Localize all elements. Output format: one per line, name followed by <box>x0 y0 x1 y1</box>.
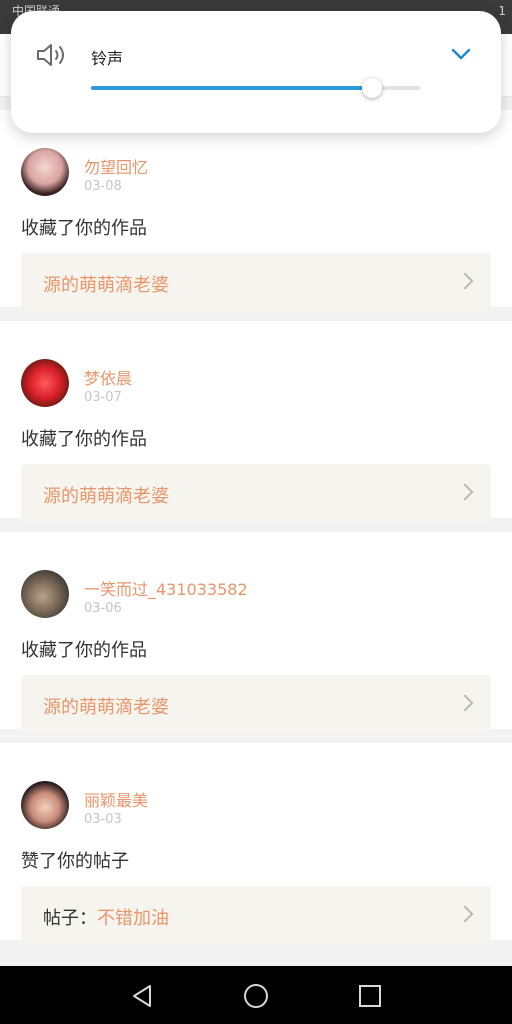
link-title: 源的萌萌滴老婆 <box>43 486 169 507</box>
chevron-down-icon[interactable] <box>451 47 471 61</box>
chevron-right-icon <box>456 272 474 290</box>
user-name[interactable]: 梦依晨 <box>84 365 132 389</box>
avatar[interactable] <box>21 570 69 618</box>
link-title: 源的萌萌滴老婆 <box>43 275 169 296</box>
date: 03-08 <box>84 179 122 194</box>
action-text: 收藏了你的作品 <box>21 640 147 661</box>
avatar[interactable] <box>21 148 69 196</box>
avatar[interactable] <box>21 359 69 407</box>
status-right-text: 1 <box>498 4 506 18</box>
work-link[interactable]: 源的萌萌滴老婆 <box>21 464 491 522</box>
user-name[interactable]: 一笑而过_431033582 <box>84 576 248 600</box>
date: 03-07 <box>84 390 122 405</box>
notification-card: 梦依晨 03-07 收藏了你的作品 源的萌萌滴老婆 <box>0 321 512 522</box>
avatar[interactable] <box>21 781 69 829</box>
chevron-right-icon <box>456 694 474 712</box>
volume-slider-fill <box>91 86 372 90</box>
back-icon[interactable] <box>128 982 156 1010</box>
date: 03-06 <box>84 601 122 616</box>
action-text: 收藏了你的作品 <box>21 218 147 239</box>
notification-card: 丽颖最美 03-03 赞了你的帖子 帖子：不错加油 <box>0 743 512 944</box>
link-title: 不错加油 <box>97 908 169 929</box>
action-text: 赞了你的帖子 <box>21 851 129 872</box>
speaker-icon <box>37 44 64 66</box>
navigation-bar <box>0 966 512 1024</box>
link-title: 源的萌萌滴老婆 <box>43 697 169 718</box>
post-link[interactable]: 帖子：不错加油 <box>21 886 491 944</box>
user-name[interactable]: 勿望回忆 <box>84 154 148 178</box>
volume-panel: 铃声 <box>11 11 501 133</box>
volume-slider-thumb[interactable] <box>361 78 382 98</box>
notification-feed: 勿望回忆 03-08 收藏了你的作品 源的萌萌滴老婆 梦依晨 03-07 收藏了… <box>0 110 512 954</box>
user-name[interactable]: 丽颖最美 <box>84 787 148 811</box>
home-icon[interactable] <box>242 982 270 1010</box>
chevron-right-icon <box>456 483 474 501</box>
volume-slider[interactable] <box>91 78 421 98</box>
recents-icon[interactable] <box>356 982 384 1010</box>
link-prefix: 帖子： <box>43 908 97 929</box>
chevron-right-icon <box>456 905 474 923</box>
work-link[interactable]: 源的萌萌滴老婆 <box>21 253 491 311</box>
work-link[interactable]: 源的萌萌滴老婆 <box>21 675 491 733</box>
volume-label: 铃声 <box>91 49 124 68</box>
action-text: 收藏了你的作品 <box>21 429 147 450</box>
notification-card: 一笑而过_431033582 03-06 收藏了你的作品 源的萌萌滴老婆 <box>0 532 512 733</box>
date: 03-03 <box>84 812 122 827</box>
notification-card: 勿望回忆 03-08 收藏了你的作品 源的萌萌滴老婆 <box>0 110 512 311</box>
